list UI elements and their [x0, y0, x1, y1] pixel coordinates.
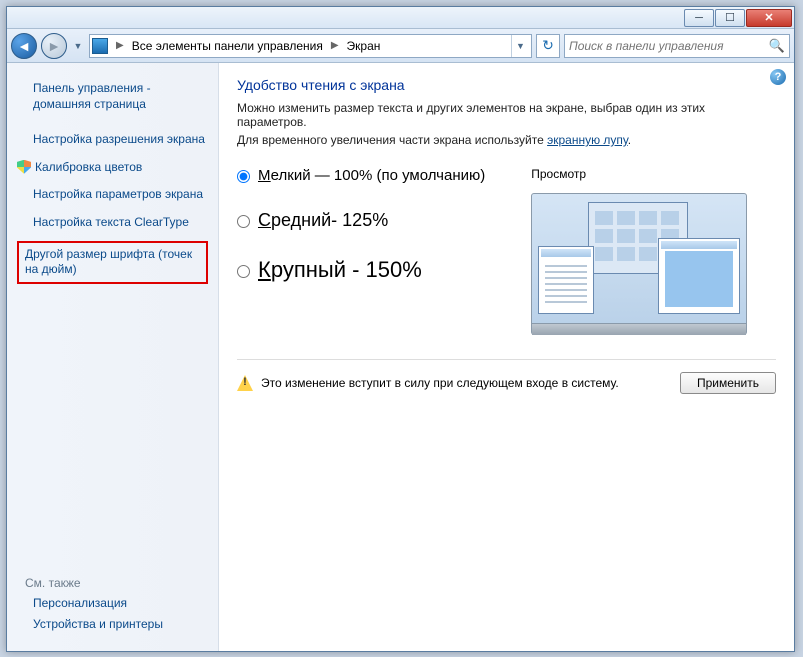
warning-text: Это изменение вступит в силу при следующ…	[261, 376, 619, 390]
sidebar-item-label: Калибровка цветов	[35, 160, 142, 176]
seealso-devices-printers[interactable]: Устройства и принтеры	[33, 617, 208, 633]
path-dropdown[interactable]: ▼	[511, 35, 529, 57]
search-box[interactable]: 🔍	[564, 34, 790, 58]
preview-monitor	[531, 193, 747, 335]
search-icon[interactable]: 🔍	[769, 38, 785, 54]
help-icon[interactable]: ?	[770, 69, 786, 85]
navigation-bar: ◄ ► ▼ ▶ Все элементы панели управления ▶…	[7, 29, 794, 63]
breadcrumb-root[interactable]: Все элементы панели управления	[128, 39, 327, 53]
titlebar: ─ ☐ ✕	[7, 7, 794, 29]
chevron-right-icon: ▶	[329, 40, 341, 51]
sidebar-item-cleartype[interactable]: Настройка текста ClearType	[33, 215, 208, 231]
close-button[interactable]: ✕	[746, 9, 792, 27]
size-radio-group: Мелкий — 100% (по умолчанию) Средний- 12…	[237, 167, 485, 335]
chevron-right-icon: ▶	[114, 40, 126, 51]
description-2a: Для временного увеличения части экрана и…	[237, 133, 547, 147]
display-settings-window: ─ ☐ ✕ ◄ ► ▼ ▶ Все элементы панели управл…	[6, 6, 795, 652]
radio-small-label: Мелкий — 100% (по умолчанию)	[258, 167, 485, 184]
main-content: ? Удобство чтения с экрана Можно изменит…	[219, 63, 794, 651]
sidebar-item-resolution[interactable]: Настройка разрешения экрана	[33, 132, 208, 148]
breadcrumb-leaf[interactable]: Экран	[343, 39, 385, 53]
control-panel-icon	[92, 38, 108, 54]
radio-medium[interactable]: Средний- 125%	[237, 210, 485, 231]
description-2b: .	[628, 133, 631, 147]
refresh-button[interactable]: ↻	[536, 34, 560, 58]
radio-large[interactable]: Крупный - 150%	[237, 257, 485, 283]
forward-button[interactable]: ►	[41, 33, 67, 59]
description-1: Можно изменить размер текста и других эл…	[237, 101, 776, 129]
search-input[interactable]	[569, 39, 769, 53]
radio-small-input[interactable]	[237, 170, 250, 183]
minimize-button[interactable]: ─	[684, 9, 714, 27]
radio-medium-input[interactable]	[237, 215, 250, 228]
radio-medium-label: Средний- 125%	[258, 210, 388, 231]
warning-icon	[237, 375, 253, 391]
radio-small[interactable]: Мелкий — 100% (по умолчанию)	[237, 167, 485, 184]
sidebar-item-custom-dpi[interactable]: Другой размер шрифта (точек на дюйм)	[25, 247, 200, 278]
back-button[interactable]: ◄	[11, 33, 37, 59]
page-title: Удобство чтения с экрана	[237, 77, 776, 93]
seealso-personalization[interactable]: Персонализация	[33, 596, 208, 612]
sidebar: Панель управления - домашняя страница На…	[7, 63, 219, 651]
control-panel-home-link[interactable]: Панель управления - домашняя страница	[33, 81, 208, 112]
sidebar-item-display-settings[interactable]: Настройка параметров экрана	[33, 187, 208, 203]
apply-button[interactable]: Применить	[680, 372, 776, 394]
sidebar-item-custom-dpi-highlighted: Другой размер шрифта (точек на дюйм)	[17, 241, 208, 284]
magnifier-link[interactable]: экранную лупу	[547, 133, 628, 147]
radio-large-input[interactable]	[237, 265, 250, 278]
maximize-button[interactable]: ☐	[715, 9, 745, 27]
history-dropdown[interactable]: ▼	[71, 33, 85, 59]
description-2: Для временного увеличения части экрана и…	[237, 133, 776, 147]
see-also-section: См. также Персонализация Устройства и пр…	[17, 564, 208, 639]
preview-label: Просмотр	[531, 167, 776, 181]
radio-large-label: Крупный - 150%	[258, 257, 422, 283]
see-also-header: См. также	[25, 576, 208, 590]
breadcrumb[interactable]: ▶ Все элементы панели управления ▶ Экран…	[89, 34, 532, 58]
shield-icon	[17, 160, 31, 174]
sidebar-item-color-calibration[interactable]: Калибровка цветов	[17, 160, 208, 176]
